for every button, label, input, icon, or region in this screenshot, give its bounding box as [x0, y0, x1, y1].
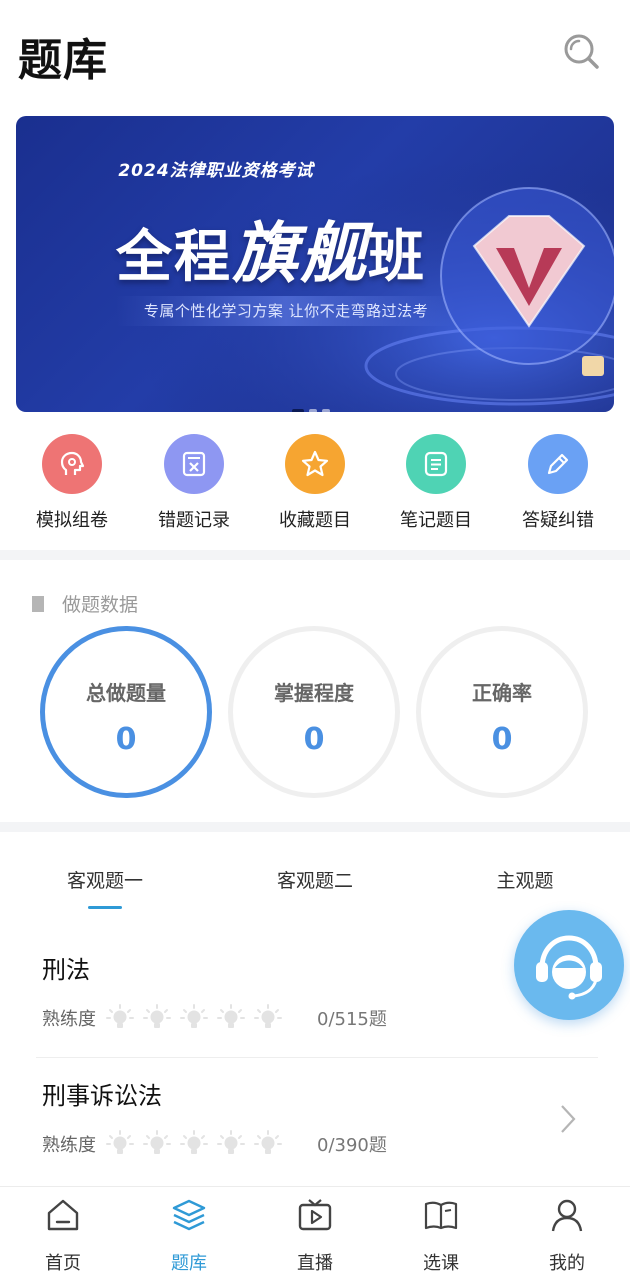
quick-action-label: 笔记题目: [400, 510, 472, 531]
layers-icon: [172, 1199, 206, 1231]
notes-icon: [406, 434, 466, 494]
subject-progress: 0/390题: [317, 1135, 387, 1156]
quick-action-notes[interactable]: 笔记题目: [386, 434, 486, 532]
stat-value: 0: [491, 722, 513, 757]
subject-name: 刑事诉讼法: [42, 1082, 162, 1110]
quick-action-wrong-records[interactable]: 错题记录: [144, 434, 244, 532]
chevron-right-icon: [561, 1105, 576, 1133]
subject-meta: 熟练度 0/515题: [42, 1004, 387, 1032]
proficiency-label: 熟练度: [42, 1135, 96, 1156]
header: 题库: [0, 0, 630, 104]
bulb-icon: [217, 1004, 245, 1028]
active-tab-indicator: [88, 906, 122, 909]
bulb-icon: [217, 1130, 245, 1154]
headline-part-3: 舰: [300, 215, 368, 292]
stat-mastery[interactable]: 掌握程度 0: [228, 626, 400, 798]
quick-actions: 模拟组卷 错题记录 收藏题目 笔记题目 答疑纠错: [0, 434, 630, 544]
quick-action-label: 模拟组卷: [36, 510, 108, 531]
wrong-doc-icon: [164, 434, 224, 494]
star-icon: [285, 434, 345, 494]
stat-label: 总做题量: [86, 681, 166, 705]
practice-stats: 做题数据 总做题量 0 掌握程度 0 正确率 0: [0, 564, 630, 822]
search-button[interactable]: [560, 30, 602, 72]
tab-objective-2[interactable]: 客观题二: [210, 866, 420, 893]
section-marker-icon: [32, 595, 44, 612]
banner-pagination: [292, 398, 335, 412]
proficiency-label: 熟练度: [42, 1009, 96, 1030]
stats-title: 做题数据: [32, 590, 138, 617]
tabbar-label: 题库: [171, 1253, 207, 1274]
bulb-icon: [143, 1130, 171, 1154]
proficiency-bulbs: [106, 1004, 291, 1032]
tabbar-courses[interactable]: 选课: [378, 1197, 504, 1275]
tabbar-label: 直播: [297, 1253, 333, 1274]
edit-icon: [528, 434, 588, 494]
subject-progress: 0/515题: [317, 1009, 387, 1030]
home-icon: [47, 1199, 79, 1231]
book-icon: [424, 1201, 458, 1230]
quick-action-label: 错题记录: [158, 510, 230, 531]
promo-banner[interactable]: 2024法律职业资格考试 全程旗舰班 专属个性化学习方案 让你不走弯路过法考: [16, 116, 614, 412]
diamond-logo-icon: [440, 187, 614, 376]
tabbar-question-bank[interactable]: 题库: [126, 1197, 252, 1275]
banner-headline: 全程旗舰班: [116, 200, 426, 296]
tabbar-label: 我的: [549, 1253, 585, 1274]
stat-label: 掌握程度: [274, 681, 354, 705]
tabbar-profile[interactable]: 我的: [504, 1197, 630, 1275]
tabbar-home[interactable]: 首页: [0, 1197, 126, 1275]
tabbar-label: 选课: [423, 1253, 459, 1274]
section-divider: [0, 822, 630, 832]
page-title: 题库: [18, 35, 108, 86]
proficiency-bulbs: [106, 1130, 291, 1158]
bulb-icon: [106, 1130, 134, 1154]
headline-part-2: 旗: [232, 215, 300, 292]
tab-label: 主观题: [496, 870, 554, 892]
head-icon: [42, 434, 102, 494]
tv-play-icon: [298, 1199, 332, 1231]
subject-name: 刑法: [42, 956, 90, 984]
bulb-icon: [143, 1004, 171, 1028]
customer-service-button[interactable]: [514, 910, 624, 1020]
section-divider: [0, 550, 630, 560]
stat-value: 0: [303, 722, 325, 757]
stat-total-questions[interactable]: 总做题量 0: [40, 626, 212, 798]
stat-label: 正确率: [472, 681, 532, 705]
search-icon: [564, 34, 599, 69]
stat-accuracy[interactable]: 正确率 0: [416, 626, 588, 798]
banner-dot-3[interactable]: [322, 409, 330, 412]
quick-action-qa-correction[interactable]: 答疑纠错: [508, 434, 608, 532]
stats-title-text: 做题数据: [62, 594, 139, 616]
question-type-tabs: 客观题一 客观题二 主观题: [0, 846, 630, 916]
tabbar-label: 首页: [45, 1253, 81, 1274]
banner-dot-2[interactable]: [309, 409, 317, 412]
bulb-icon: [106, 1004, 134, 1028]
quick-action-mock-exam[interactable]: 模拟组卷: [22, 434, 122, 532]
headline-part-4: 班: [368, 225, 426, 290]
bulb-icon: [180, 1004, 208, 1028]
customer-service-icon: [536, 935, 602, 1000]
headline-part-1: 全程: [116, 225, 232, 290]
bulb-icon: [254, 1130, 282, 1154]
bulb-icon: [254, 1004, 282, 1028]
stat-value: 0: [115, 722, 137, 757]
quick-action-label: 答疑纠错: [522, 510, 594, 531]
tabbar-live[interactable]: 直播: [252, 1197, 378, 1275]
user-icon: [551, 1199, 583, 1232]
banner-dot-1[interactable]: [292, 409, 304, 412]
tab-objective-1[interactable]: 客观题一: [0, 866, 210, 909]
tab-subjective[interactable]: 主观题: [420, 866, 630, 893]
tab-label: 客观题二: [276, 870, 353, 892]
tab-label: 客观题一: [66, 870, 143, 892]
bulb-icon: [180, 1130, 208, 1154]
subject-meta: 熟练度 0/390题: [42, 1130, 387, 1158]
quick-action-label: 收藏题目: [279, 510, 351, 531]
quick-action-favorites[interactable]: 收藏题目: [265, 434, 365, 532]
banner-year-line: 2024法律职业资格考试: [118, 161, 314, 181]
subject-row[interactable]: 刑事诉讼法 熟练度 0/390题: [0, 1058, 630, 1184]
bottom-tab-bar: 首页 题库 直播 选课 我的: [0, 1186, 630, 1280]
